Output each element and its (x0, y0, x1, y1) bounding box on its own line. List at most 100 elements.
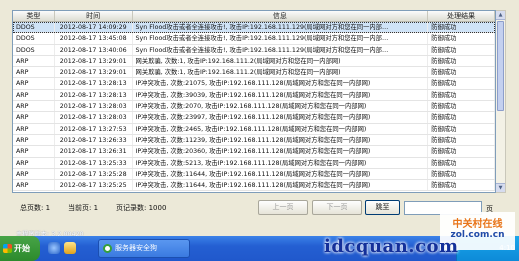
cell-info: IP冲突攻击, 次数:5213, 攻击IP:192.168.111.128(局域… (133, 157, 429, 168)
cell-result: 防御成功 (428, 67, 495, 78)
cell-time: 2012-08-17 13:28:03 (55, 101, 133, 112)
cell-info: 网关欺骗, 次数:1, 攻击IP:192.168.111.2(局域网对方和您在同… (133, 55, 429, 67)
cell-info: IP冲突攻击, 次数:2465, 攻击IP:192.168.111.128(局域… (133, 123, 429, 134)
column-header-type[interactable]: 类型 (13, 11, 55, 21)
cell-type: ARP (13, 123, 55, 134)
table-row[interactable]: DDOS 2012-08-17 13:40:06 Syn Flood攻击或者全连接攻… (13, 44, 495, 56)
cell-result: 防御成功 (428, 146, 495, 157)
cell-info: IP冲突攻击, 次数:39039, 攻击IP:192.168.111.128(局… (133, 89, 429, 101)
cell-time: 2012-08-17 13:28:13 (55, 89, 133, 101)
cell-type: DDOS (13, 22, 55, 33)
cell-time: 2012-08-17 14:09:29 (55, 22, 133, 33)
cell-time: 2012-08-17 13:28:13 (55, 78, 133, 89)
taskbar-item-label: 服务器安全狗 (115, 244, 157, 252)
table-row[interactable]: ARP 2012-08-17 13:25:28 IP冲突攻击, 次数:11644, … (13, 168, 495, 181)
start-button[interactable]: 开始 (0, 236, 40, 261)
cell-info: Syn Flood攻击或者全连接攻击!, 攻击IP:192.168.111.12… (133, 33, 429, 44)
cell-info: IP冲突攻击, 次数:11644, 攻击IP:192.168.111.128(局… (133, 180, 429, 191)
cell-result: 防御成功 (428, 180, 495, 191)
cell-result: 防御成功 (428, 112, 495, 123)
table-body: DDOS 2012-08-17 14:09:29 Syn Flood攻击或者全连接攻… (13, 22, 495, 192)
cell-type: ARP (13, 55, 55, 67)
table-row[interactable]: ARP 2012-08-17 13:27:53 IP冲突攻击, 次数:2465, 攻… (13, 123, 495, 135)
column-header-time[interactable]: 时间 (55, 11, 133, 21)
cell-info: IP冲突攻击, 次数:21075, 攻击IP:192.168.111.128(局… (133, 78, 429, 89)
cell-type: ARP (13, 101, 55, 112)
cell-type: ARP (13, 89, 55, 101)
taskbar-item-server-safedog[interactable]: 服务器安全狗 (98, 239, 190, 258)
zol-watermark-line1: 中关村在线 (452, 219, 503, 230)
start-label: 开始 (14, 244, 30, 253)
cell-type: ARP (13, 134, 55, 146)
cell-result: 防御成功 (428, 134, 495, 146)
cell-result: 防御成功 (428, 89, 495, 101)
table-row[interactable]: ARP 2012-08-17 13:28:13 IP冲突攻击, 次数:21075, … (13, 78, 495, 90)
table-row[interactable]: DDOS 2012-08-17 14:09:29 Syn Flood攻击或者全连接攻… (13, 22, 495, 34)
cell-time: 2012-08-17 13:25:25 (55, 180, 133, 191)
folder-quicklaunch-icon[interactable] (64, 242, 76, 254)
table-row[interactable]: ARP 2012-08-17 13:29:01 网关欺骗, 次数:1, 攻击IP:1… (13, 55, 495, 68)
site-watermark: idcquan.com (324, 236, 459, 257)
column-header-info[interactable]: 信息 (133, 11, 429, 21)
cell-result: 防御成功 (428, 157, 495, 168)
cell-result: 防御成功 (428, 101, 495, 112)
cell-info: IP冲突攻击, 次数:20360, 攻击IP:192.168.111.128(局… (133, 146, 429, 157)
safedog-icon (103, 244, 112, 253)
table-row[interactable]: ARP 2012-08-17 13:28:03 IP冲突攻击, 次数:2070, 攻… (13, 101, 495, 113)
cell-info: IP冲突攻击, 次数:2070, 攻击IP:192.168.111.128(局域… (133, 101, 429, 112)
total-pages-label: 总页数: 1 (20, 204, 51, 212)
cell-type: DDOS (13, 33, 55, 44)
cell-type: ARP (13, 168, 55, 180)
cell-info: IP冲突攻击, 次数:11239, 攻击IP:192.168.111.128(局… (133, 134, 429, 146)
table-row[interactable]: ARP 2012-08-17 13:28:13 IP冲突攻击, 次数:39039, … (13, 89, 495, 102)
cell-time: 2012-08-17 13:25:28 (55, 168, 133, 180)
table-vertical-scrollbar[interactable]: ▲ ▼ (496, 10, 506, 193)
cell-result: 防御成功 (428, 78, 495, 89)
cell-result: 防御成功 (428, 168, 495, 180)
cell-time: 2012-08-17 13:45:08 (55, 33, 133, 44)
cell-time: 2012-08-17 13:29:01 (55, 55, 133, 67)
cell-type: ARP (13, 67, 55, 78)
cell-type: ARP (13, 157, 55, 168)
cell-info: Syn Flood攻击或者全连接攻击!, 攻击IP:192.168.111.12… (133, 22, 429, 33)
cell-info: 网关欺骗, 次数:1, 攻击IP:192.168.111.2(局域网对方和您在同… (133, 67, 429, 78)
cell-type: DDOS (13, 44, 55, 55)
cell-type: ARP (13, 78, 55, 89)
table-row[interactable]: ARP 2012-08-17 13:26:33 IP冲突攻击, 次数:11239, … (13, 134, 495, 147)
prev-page-button[interactable]: 上一页 (258, 200, 308, 215)
column-header-result[interactable]: 处理结果 (428, 11, 495, 21)
scroll-down-arrow-icon[interactable]: ▼ (496, 183, 505, 192)
ie-quicklaunch-icon[interactable] (48, 242, 60, 254)
cell-info: IP冲突攻击, 次数:23997, 攻击IP:192.168.111.128(局… (133, 112, 429, 123)
table-row[interactable]: ARP 2012-08-17 13:29:01 网关欺骗, 次数:1, 攻击IP:1… (13, 67, 495, 79)
cell-type: ARP (13, 146, 55, 157)
cell-time: 2012-08-17 13:28:03 (55, 112, 133, 123)
table-header: 类型 时间 信息 处理结果 (13, 11, 495, 22)
cell-info: IP冲突攻击, 次数:11644, 攻击IP:192.168.111.128(局… (133, 168, 429, 180)
table-row[interactable]: DDOS 2012-08-17 13:45:08 Syn Flood攻击或者全连接攻… (13, 33, 495, 45)
cell-time: 2012-08-17 13:29:01 (55, 67, 133, 78)
next-page-button[interactable]: 下一页 (312, 200, 362, 215)
cell-type: ARP (13, 180, 55, 191)
current-page-label: 当前页: 1 (68, 204, 99, 212)
cell-time: 2012-08-17 13:27:53 (55, 123, 133, 134)
security-log-table: 类型 时间 信息 处理结果 DDOS 2012-08-17 14:09:29 Syn… (12, 10, 496, 193)
cell-info: Syn Flood攻击或者全连接攻击!, 攻击IP:192.168.111.12… (133, 44, 429, 55)
cell-result: 防御成功 (428, 33, 495, 44)
table-row[interactable]: ARP 2012-08-17 13:25:25 IP冲突攻击, 次数:11644, … (13, 180, 495, 192)
scroll-thumb[interactable] (497, 21, 504, 111)
cell-result: 防御成功 (428, 22, 495, 33)
table-row[interactable]: ARP 2012-08-17 13:25:33 IP冲突攻击, 次数:5213, 攻… (13, 157, 495, 169)
page-records-label: 页记录数: 1000 (116, 204, 167, 212)
windows-logo-icon (3, 244, 12, 253)
table-row[interactable]: ARP 2012-08-17 13:28:03 IP冲突攻击, 次数:23997, … (13, 112, 495, 124)
cell-result: 防御成功 (428, 55, 495, 67)
jump-button[interactable]: 跳至 (365, 200, 400, 215)
table-row[interactable]: ARP 2012-08-17 13:26:31 IP冲突攻击, 次数:20360, … (13, 146, 495, 158)
cell-time: 2012-08-17 13:26:31 (55, 146, 133, 157)
scroll-up-arrow-icon[interactable]: ▲ (496, 11, 505, 20)
cell-result: 防御成功 (428, 44, 495, 55)
cell-time: 2012-08-17 13:25:33 (55, 157, 133, 168)
cell-time: 2012-08-17 13:40:06 (55, 44, 133, 55)
cell-time: 2012-08-17 13:26:33 (55, 134, 133, 146)
